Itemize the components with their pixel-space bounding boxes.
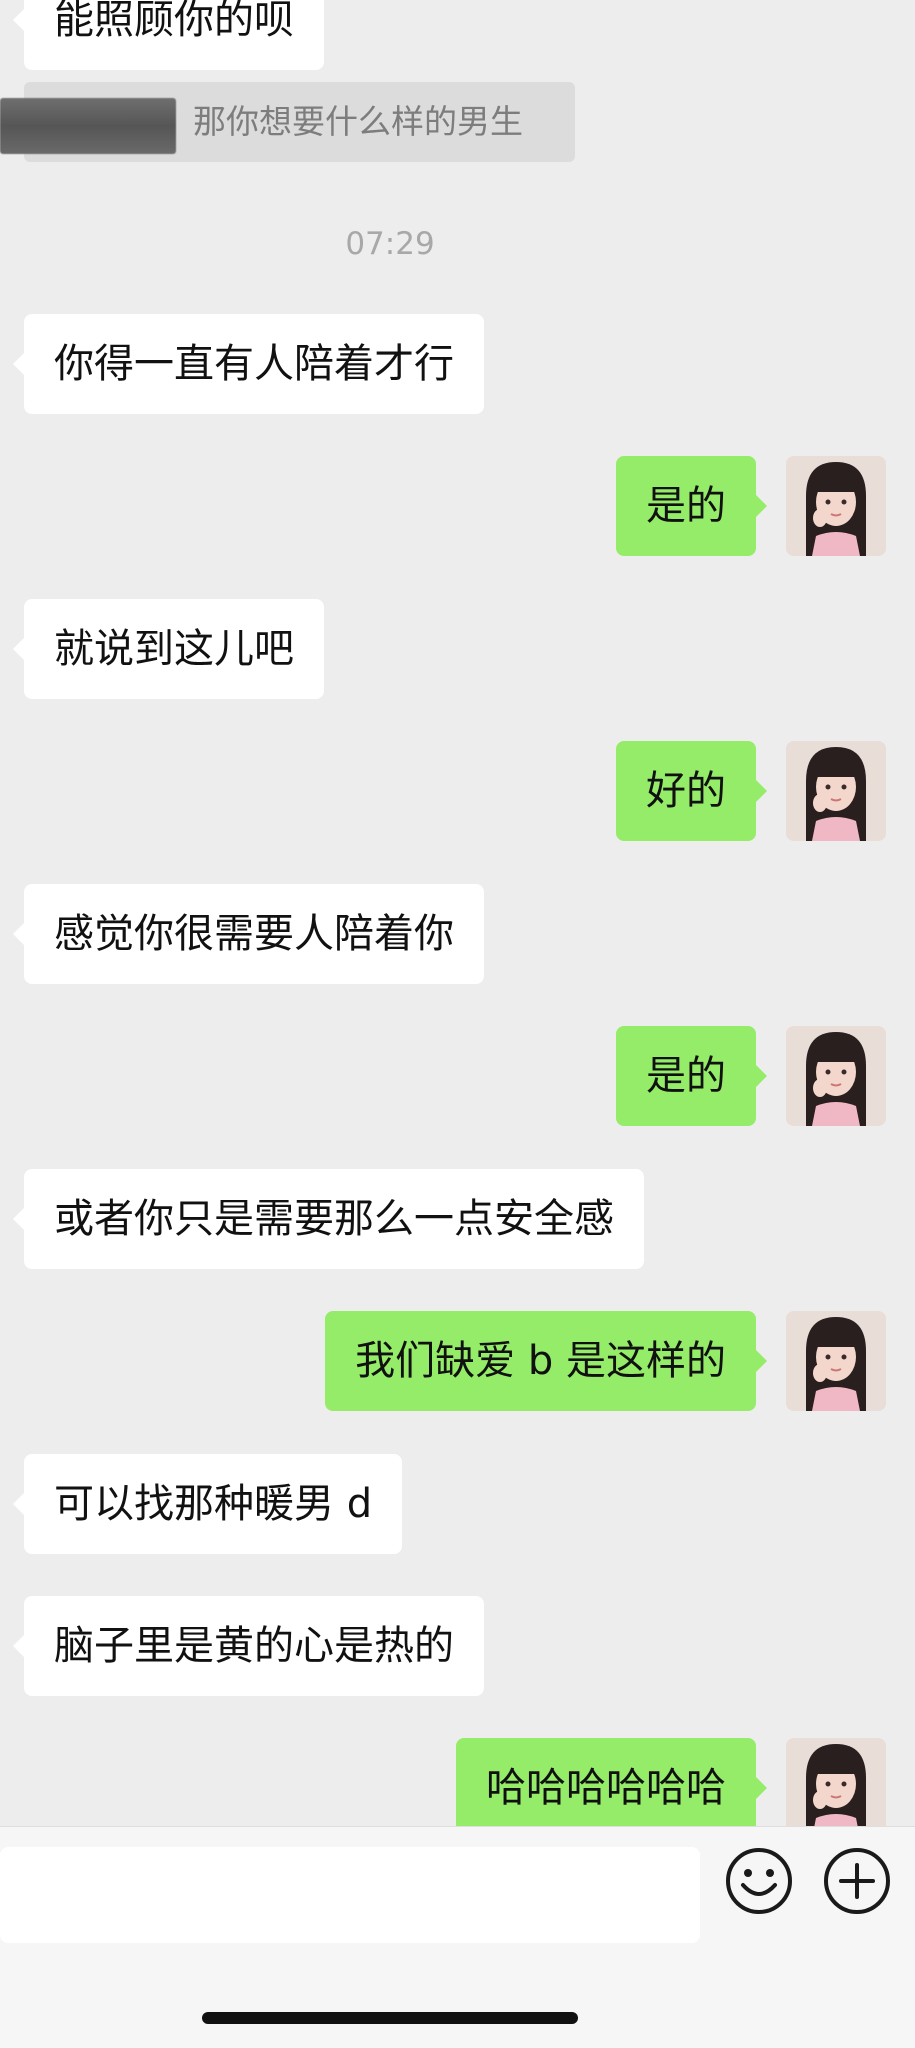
- message-row-outgoing: 我们缺爱 b 是这样的: [0, 1311, 915, 1411]
- message-text: 我们缺爱 b 是这样的: [355, 1338, 726, 1384]
- message-outgoing[interactable]: 哈哈哈哈哈哈: [456, 1738, 767, 1826]
- message-incoming[interactable]: 可以找那种暖男 d: [12, 1454, 403, 1554]
- message-text: 脑子里是黄的心是热的: [54, 1623, 454, 1669]
- avatar[interactable]: [786, 1026, 886, 1126]
- avatar[interactable]: [786, 456, 886, 556]
- message-incoming[interactable]: 或者你只是需要那么一点安全感: [13, 1169, 644, 1269]
- message-text: 哈哈哈哈哈哈: [486, 1765, 726, 1811]
- message-row-outgoing: 是的: [0, 1026, 915, 1126]
- message-text: 或者你只是需要那么一点安全感: [54, 1196, 614, 1242]
- message-text: 可以找那种暖男 d: [54, 1481, 373, 1527]
- message-incoming[interactable]: 能照顾你的呗: [13, 0, 324, 70]
- emoji-icon[interactable]: [723, 1845, 795, 1917]
- message-row-outgoing: 好的: [0, 741, 915, 841]
- home-indicator: [202, 2012, 578, 2024]
- message-incoming[interactable]: 脑子里是黄的心是热的: [13, 1596, 484, 1696]
- message-text: 能照顾你的呗: [54, 0, 294, 43]
- avatar[interactable]: [786, 741, 886, 841]
- message-text: 好的: [646, 768, 726, 814]
- quote-text: 那你想要什么样的男生: [193, 102, 523, 141]
- message-outgoing[interactable]: 是的: [616, 1026, 767, 1126]
- message-list[interactable]: 能照顾你的呗 那你想要什么样的男生 07:29 你得一直有人陪着才行 是的 就说…: [0, 0, 915, 1826]
- message-input[interactable]: [0, 1847, 700, 1943]
- timestamp: 07:29: [345, 226, 435, 262]
- avatar[interactable]: [786, 1738, 886, 1826]
- message-text: 就说到这儿吧: [54, 626, 294, 672]
- redacted-name: [0, 98, 176, 154]
- plus-circle-icon[interactable]: [821, 1845, 893, 1917]
- message-incoming[interactable]: 就说到这儿吧: [13, 599, 324, 699]
- message-outgoing[interactable]: 是的: [616, 456, 767, 556]
- message-row-outgoing: 哈哈哈哈哈哈: [0, 1738, 915, 1826]
- message-outgoing[interactable]: 我们缺爱 b 是这样的: [325, 1311, 767, 1411]
- message-outgoing[interactable]: 好的: [616, 741, 767, 841]
- message-incoming[interactable]: 感觉你很需要人陪着你: [13, 884, 484, 984]
- chat-screen: 能照顾你的呗 那你想要什么样的男生 07:29 你得一直有人陪着才行 是的 就说…: [0, 0, 915, 2048]
- avatar[interactable]: [786, 1311, 886, 1411]
- message-text: 是的: [646, 1053, 726, 1099]
- message-text: 你得一直有人陪着才行: [54, 341, 454, 387]
- message-text: 感觉你很需要人陪着你: [54, 911, 454, 957]
- message-text: 是的: [646, 483, 726, 529]
- message-row-outgoing: 是的: [0, 456, 915, 556]
- message-incoming[interactable]: 你得一直有人陪着才行: [13, 314, 484, 414]
